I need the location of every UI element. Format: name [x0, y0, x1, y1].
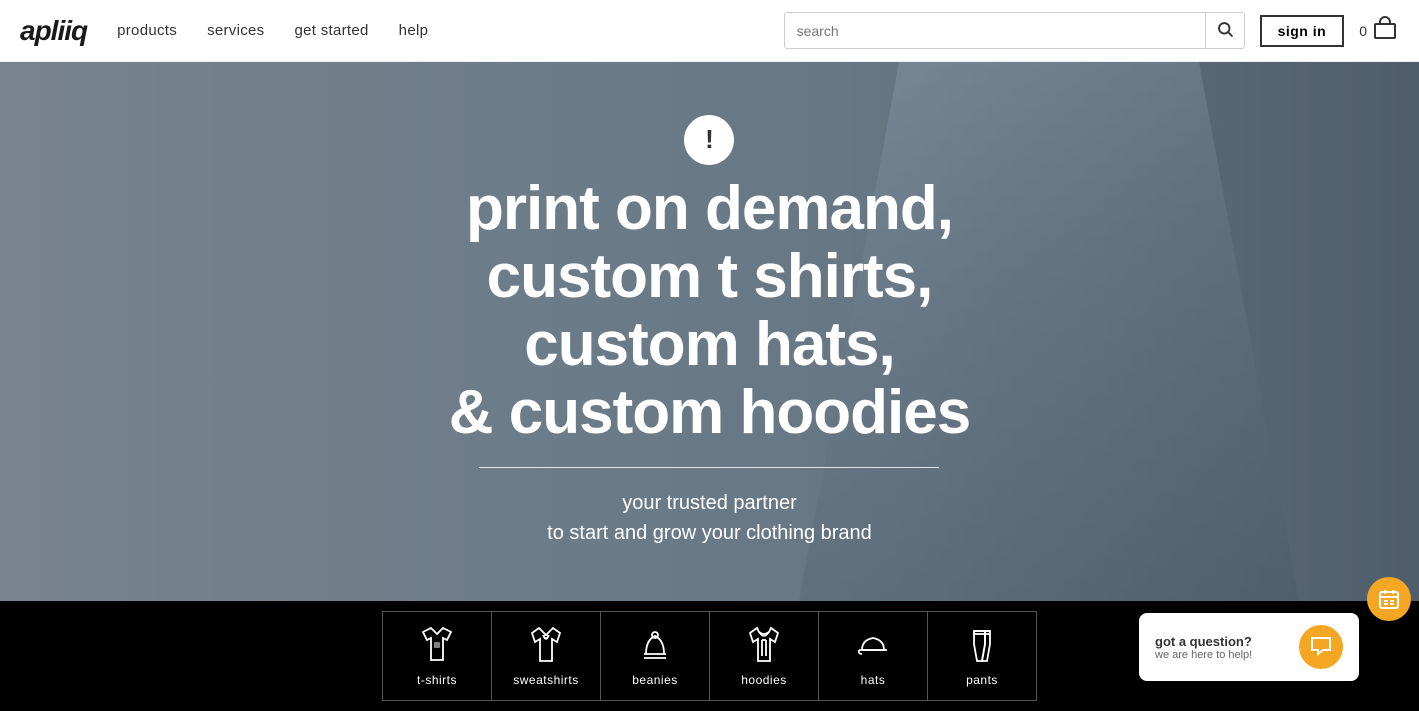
category-tshirts[interactable]: t-shirts — [382, 611, 492, 701]
search-input[interactable] — [785, 16, 1205, 46]
main-nav: products services get started help — [117, 22, 783, 39]
hat-icon — [853, 625, 893, 665]
site-header: apliiq products services get started hel… — [0, 0, 1419, 62]
sweatshirt-icon — [526, 625, 566, 665]
chat-text-area: got a question? we are here to help! — [1155, 634, 1289, 661]
tshirt-icon — [417, 625, 457, 665]
sweatshirts-label: sweatshirts — [513, 673, 579, 687]
pants-label: pants — [966, 673, 998, 687]
beanies-label: beanies — [632, 673, 678, 687]
chat-subtitle: we are here to help! — [1155, 649, 1289, 661]
pants-icon — [962, 625, 1002, 665]
hats-label: hats — [861, 673, 886, 687]
logo-text: apliiq — [20, 15, 87, 47]
hero-title-line3: custom hats, — [524, 310, 894, 379]
search-button[interactable] — [1205, 13, 1244, 48]
sign-in-button[interactable]: sign in — [1260, 15, 1345, 47]
category-hats[interactable]: hats — [818, 611, 928, 701]
chat-title: got a question? — [1155, 634, 1289, 649]
hero-title: print on demand, custom t shirts, custom… — [449, 175, 970, 448]
hero-subtitle-line2: to start and grow your clothing brand — [547, 522, 872, 544]
tshirts-label: t-shirts — [417, 673, 457, 687]
cart-count: 0 — [1359, 23, 1367, 39]
hero-title-line1: print on demand, — [466, 174, 953, 243]
category-pants[interactable]: pants — [927, 611, 1037, 701]
hoodies-label: hoodies — [741, 673, 787, 687]
chat-widget: got a question? we are here to help! — [1139, 613, 1359, 681]
logo[interactable]: apliiq — [20, 15, 87, 47]
category-hoodies[interactable]: hoodies — [709, 611, 819, 701]
nav-services[interactable]: services — [207, 22, 264, 39]
nav-help[interactable]: help — [399, 22, 429, 39]
hero-title-line4: & custom hoodies — [449, 378, 970, 447]
hero-subtitle: your trusted partner to start and grow y… — [449, 488, 970, 548]
hero-subtitle-line1: your trusted partner — [622, 492, 797, 514]
search-icon — [1216, 20, 1234, 38]
beanie-icon — [635, 625, 675, 665]
hoodie-icon — [744, 625, 784, 665]
alert-icon: ! — [684, 115, 734, 165]
hero-divider — [479, 467, 939, 468]
header-right: sign in 0 — [784, 12, 1399, 49]
nav-products[interactable]: products — [117, 22, 177, 39]
category-sweatshirts[interactable]: sweatshirts — [491, 611, 601, 701]
cart-icon — [1371, 16, 1399, 46]
calendar-button[interactable] — [1367, 577, 1411, 621]
cart-area[interactable]: 0 — [1359, 16, 1399, 46]
category-beanies[interactable]: beanies — [600, 611, 710, 701]
hero-content: ! print on demand, custom t shirts, cust… — [449, 115, 970, 549]
nav-get-started[interactable]: get started — [294, 22, 368, 39]
chat-button[interactable] — [1299, 625, 1343, 669]
hero-title-line2: custom t shirts, — [487, 242, 933, 311]
search-container — [784, 12, 1245, 49]
hero-section: ! print on demand, custom t shirts, cust… — [0, 62, 1419, 601]
